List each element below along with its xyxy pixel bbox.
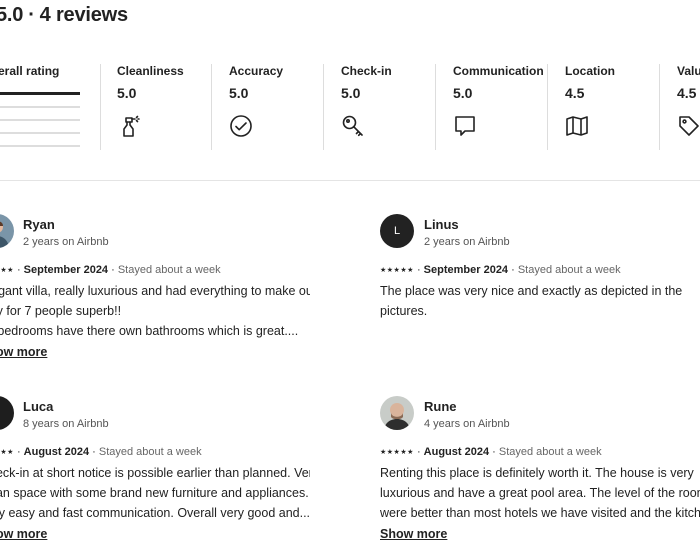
review-line: Renting this place is definitely worth i… bbox=[380, 466, 694, 480]
reviewer-tenure: 8 years on Airbnb bbox=[23, 418, 109, 430]
reviewer-name[interactable]: Luca bbox=[23, 399, 53, 414]
review-count: 4 reviews bbox=[39, 4, 128, 26]
avatar[interactable] bbox=[0, 396, 14, 430]
category-label: Check-in bbox=[341, 64, 392, 78]
review-card: L Linus 2 years on Airbnb ★★★★★ · Septem… bbox=[380, 214, 700, 324]
reviews-heading: 5.0 · 4 reviews bbox=[0, 4, 128, 27]
rating-bar-fill bbox=[0, 92, 80, 95]
rating-score: 5.0 bbox=[0, 4, 24, 26]
category-value: Value 4.5 bbox=[677, 64, 700, 150]
stay-duration: Stayed about a week bbox=[98, 446, 202, 458]
category-score: 5.0 bbox=[453, 85, 473, 101]
spray-bottle-icon bbox=[117, 114, 141, 138]
review-date: September 2024 bbox=[23, 264, 109, 276]
heading-separator: · bbox=[28, 4, 35, 26]
show-more-link[interactable]: Show more bbox=[0, 345, 47, 359]
review-text: Check-in at short notice is possible ear… bbox=[0, 463, 310, 523]
check-circle-icon bbox=[229, 114, 253, 138]
column-divider bbox=[211, 64, 212, 150]
avatar[interactable] bbox=[380, 396, 414, 430]
rating-bar-5 bbox=[0, 92, 80, 95]
show-more-link[interactable]: Show more bbox=[0, 527, 47, 541]
rating-bar-1 bbox=[0, 145, 80, 147]
review-line: luxurious and have a great pool area. Th… bbox=[380, 486, 700, 500]
column-divider bbox=[659, 64, 660, 150]
rating-bar-2 bbox=[0, 132, 80, 134]
tag-icon bbox=[677, 114, 700, 138]
review-text: The place was very nice and exactly as d… bbox=[380, 281, 700, 321]
reviewer-tenure: 2 years on Airbnb bbox=[424, 236, 510, 248]
review-date: August 2024 bbox=[23, 446, 90, 458]
reviewer-tenure: 4 years on Airbnb bbox=[424, 418, 510, 430]
show-more-link[interactable]: Show more bbox=[380, 527, 447, 541]
review-meta: ★★★★★ · September 2024 · Stayed about a … bbox=[0, 264, 221, 276]
category-score: 5.0 bbox=[341, 85, 361, 101]
column-divider bbox=[547, 64, 548, 150]
review-card: Rune 4 years on Airbnb ★★★★★ · August 20… bbox=[380, 396, 700, 546]
star-rating-icon: ★★★★★ bbox=[0, 449, 14, 456]
review-line: All bedrooms have there own bathrooms wh… bbox=[0, 324, 299, 338]
rating-bar-3 bbox=[0, 119, 80, 121]
rating-bar-4 bbox=[0, 106, 80, 108]
category-cleanliness: Cleanliness 5.0 bbox=[117, 64, 184, 150]
reviewer-name[interactable]: Linus bbox=[424, 217, 459, 232]
star-rating-icon: ★★★★★ bbox=[380, 267, 414, 274]
category-check-in: Check-in 5.0 bbox=[341, 64, 392, 150]
section-divider bbox=[0, 180, 700, 181]
review-text: Renting this place is definitely worth i… bbox=[380, 463, 700, 523]
rating-distribution bbox=[0, 92, 80, 147]
category-label: Communication bbox=[453, 64, 544, 78]
review-card: Ryan 2 years on Airbnb ★★★★★ · September… bbox=[0, 214, 310, 364]
review-meta: ★★★★★ · August 2024 · Stayed about a wee… bbox=[380, 446, 602, 458]
column-divider bbox=[435, 64, 436, 150]
category-score: 4.5 bbox=[677, 85, 697, 101]
review-line: pictures. bbox=[380, 304, 428, 318]
category-location: Location 4.5 bbox=[565, 64, 615, 150]
review-date: August 2024 bbox=[423, 446, 490, 458]
category-accuracy: Accuracy 5.0 bbox=[229, 64, 283, 150]
star-rating-icon: ★★★★★ bbox=[0, 267, 14, 274]
review-line: The place was very nice and exactly as d… bbox=[380, 284, 683, 298]
category-score: 5.0 bbox=[229, 85, 249, 101]
review-line: clean space with some brand new furnitur… bbox=[0, 486, 309, 500]
review-line: Very easy and fast communication. Overal… bbox=[0, 506, 310, 520]
category-label: Cleanliness bbox=[117, 64, 184, 78]
review-meta: ★★★★★ · September 2024 · Stayed about a … bbox=[380, 264, 621, 276]
category-communication: Communication 5.0 bbox=[453, 64, 544, 150]
category-score: 4.5 bbox=[565, 85, 585, 101]
review-text: Elegant villa, really luxurious and had … bbox=[0, 281, 310, 341]
chat-bubble-icon bbox=[453, 114, 477, 138]
review-date: September 2024 bbox=[423, 264, 509, 276]
reviewer-tenure: 2 years on Airbnb bbox=[23, 236, 109, 248]
column-divider bbox=[100, 64, 101, 150]
review-line: stay for 7 people superb!! bbox=[0, 304, 122, 318]
reviewer-name[interactable]: Ryan bbox=[23, 217, 55, 232]
review-line: Check-in at short notice is possible ear… bbox=[0, 466, 310, 480]
review-meta: ★★★★★ · August 2024 · Stayed about a wee… bbox=[0, 446, 202, 458]
overall-rating-label: Overall rating bbox=[0, 64, 60, 78]
map-icon bbox=[565, 114, 589, 138]
category-score: 5.0 bbox=[117, 85, 137, 101]
stay-duration: Stayed about a week bbox=[517, 264, 621, 276]
avatar[interactable]: L bbox=[380, 214, 414, 248]
stay-duration: Stayed about a week bbox=[117, 264, 221, 276]
reviewer-name[interactable]: Rune bbox=[424, 399, 457, 414]
stay-duration: Stayed about a week bbox=[498, 446, 602, 458]
avatar[interactable] bbox=[0, 214, 14, 248]
review-card: Luca 8 years on Airbnb ★★★★★ · August 20… bbox=[0, 396, 310, 546]
column-divider bbox=[323, 64, 324, 150]
key-icon bbox=[341, 114, 365, 138]
star-rating-icon: ★★★★★ bbox=[380, 449, 414, 456]
overall-rating: Overall rating bbox=[0, 64, 80, 158]
review-line: Elegant villa, really luxurious and had … bbox=[0, 284, 310, 298]
review-line: were better than most hotels we have vis… bbox=[380, 506, 700, 520]
category-label: Value bbox=[677, 64, 700, 78]
category-label: Accuracy bbox=[229, 64, 284, 78]
category-label: Location bbox=[565, 64, 615, 78]
